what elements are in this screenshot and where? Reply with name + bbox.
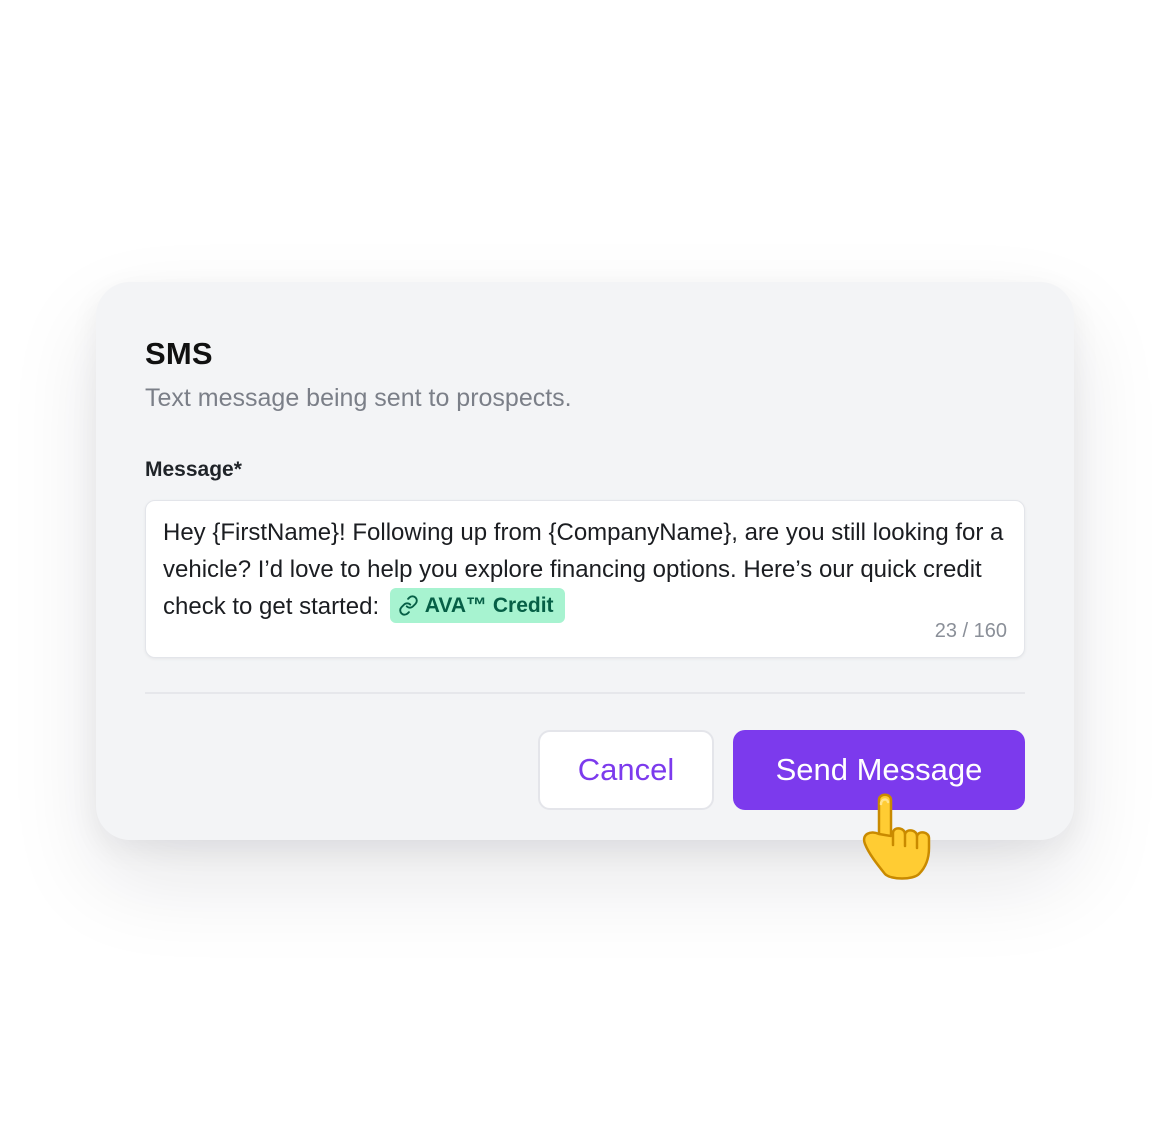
sms-dialog: SMS Text message being sent to prospects… bbox=[96, 282, 1074, 840]
cancel-button[interactable]: Cancel bbox=[538, 730, 714, 810]
message-textarea[interactable]: Hey {FirstName}! Following up from {Comp… bbox=[145, 500, 1025, 658]
dialog-subtitle: Text message being sent to prospects. bbox=[145, 384, 572, 412]
link-chip-ava-credit[interactable]: AVA™ Credit bbox=[389, 588, 565, 623]
link-chip-label: AVA™ Credit bbox=[424, 594, 554, 617]
page: SMS Text message being sent to prospects… bbox=[0, 0, 1170, 1142]
divider bbox=[145, 692, 1025, 694]
pointing-hand-icon bbox=[862, 793, 931, 880]
message-label: Message* bbox=[145, 458, 242, 481]
dialog-title: SMS bbox=[145, 336, 213, 371]
link-icon bbox=[399, 595, 418, 616]
message-text: Hey {FirstName}! Following up from {Comp… bbox=[163, 519, 1004, 620]
message-content[interactable]: Hey {FirstName}! Following up from {Comp… bbox=[163, 514, 1013, 625]
char-counter: 23 / 160 bbox=[934, 620, 1007, 642]
